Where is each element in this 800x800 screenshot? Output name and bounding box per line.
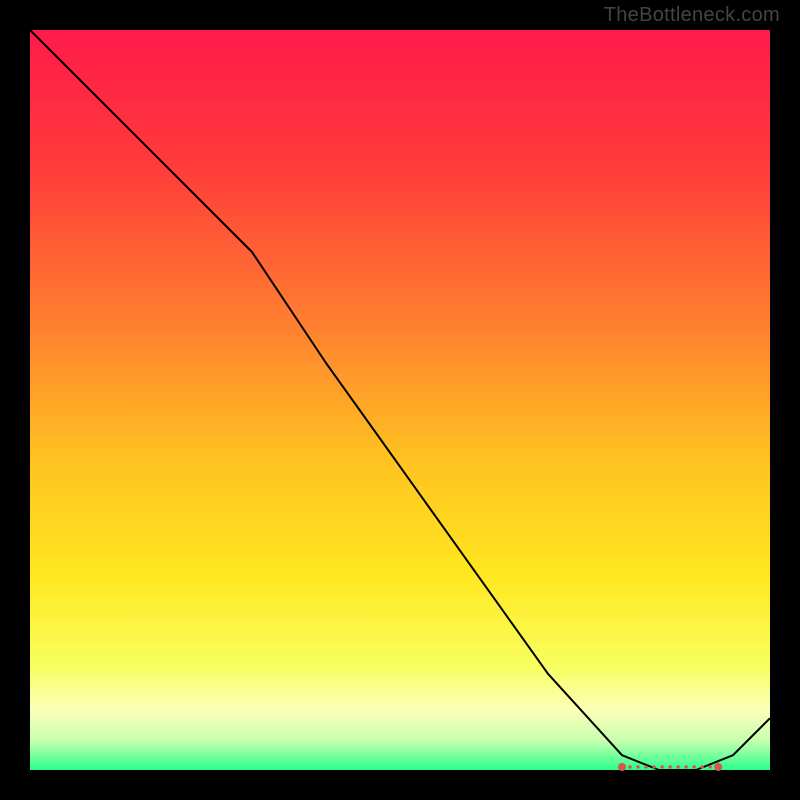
- flat-region-endpoint: [714, 763, 722, 771]
- flat-region-dot: [684, 765, 687, 768]
- flat-region-dot: [700, 765, 703, 768]
- watermark-text: TheBottleneck.com: [604, 4, 780, 27]
- flat-region-dot: [628, 765, 631, 768]
- flat-region-endpoint: [618, 763, 626, 771]
- flat-region-dot: [660, 765, 663, 768]
- flat-region-dot: [636, 765, 639, 768]
- chart-svg: [0, 0, 800, 800]
- flat-region-dot: [708, 765, 711, 768]
- flat-region-dot: [676, 765, 679, 768]
- flat-region-dot: [644, 765, 647, 768]
- flat-region-dot: [652, 765, 655, 768]
- flat-region-dot: [692, 765, 695, 768]
- flat-region-dot: [668, 765, 671, 768]
- chart-container: TheBottleneck.com: [0, 0, 800, 800]
